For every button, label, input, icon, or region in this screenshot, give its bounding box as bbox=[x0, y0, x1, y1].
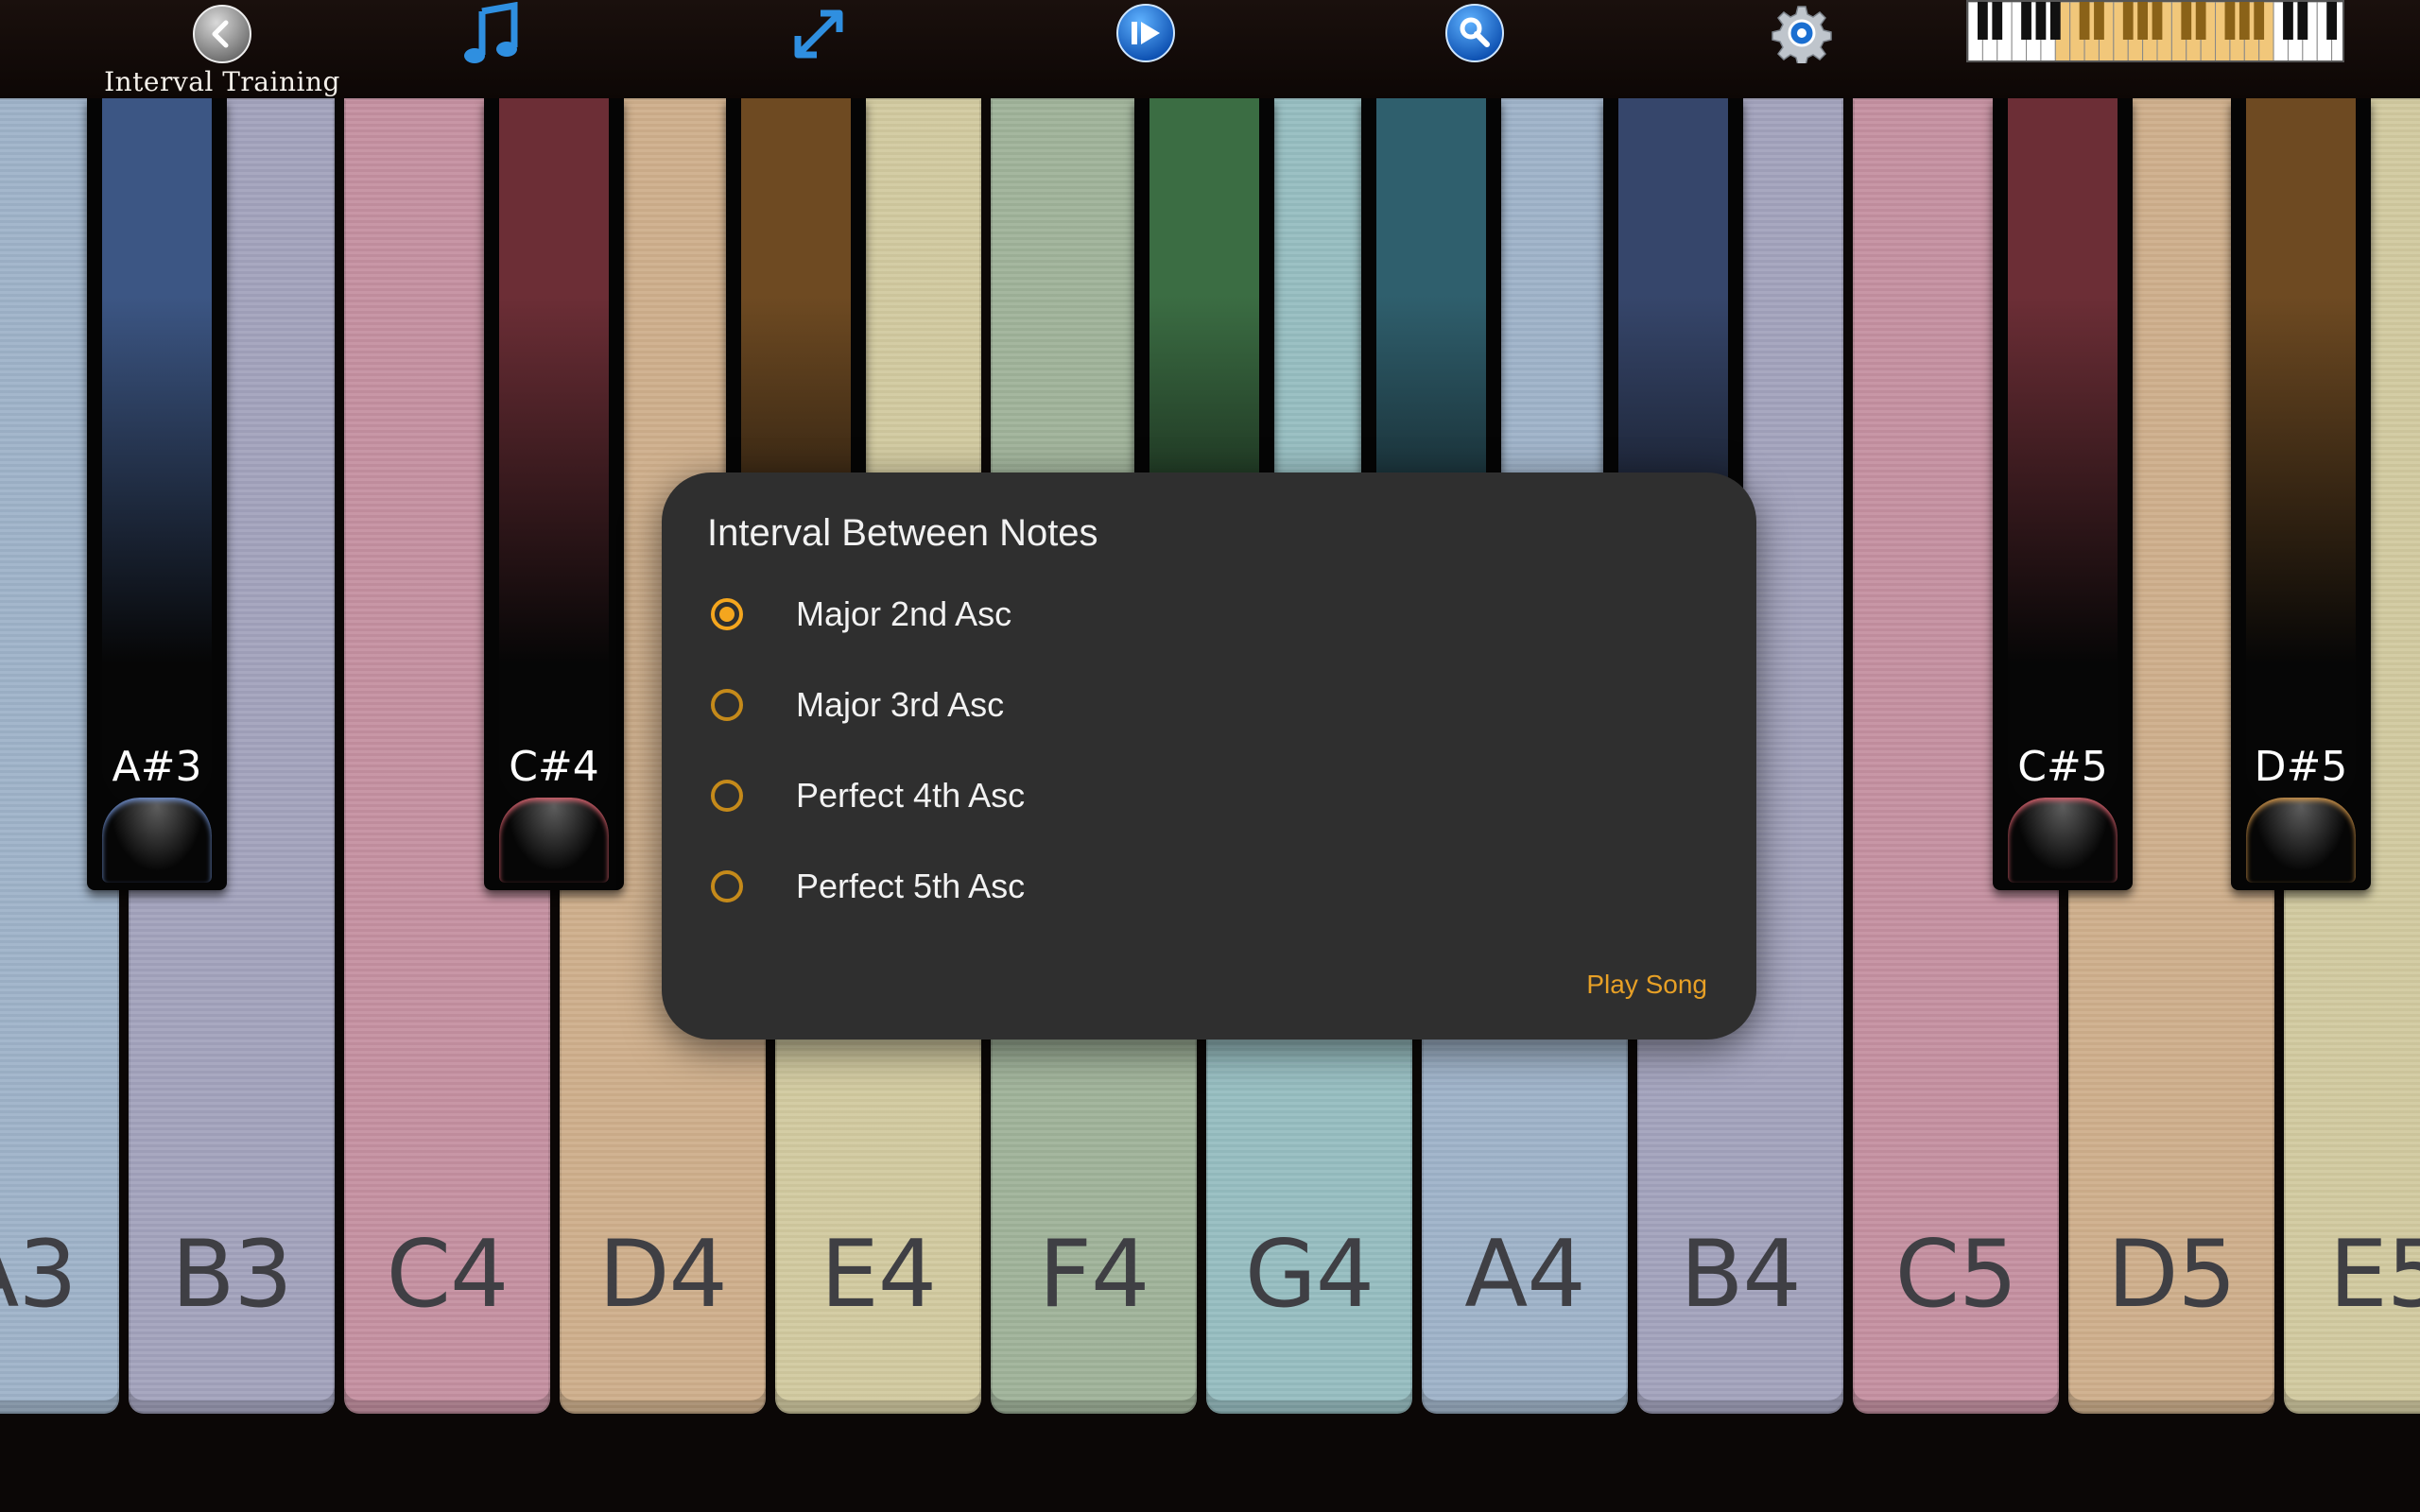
option-major-2nd-asc[interactable]: Major 2nd Asc bbox=[707, 569, 1709, 660]
interval-dialog: Interval Between Notes Major 2nd Asc Maj… bbox=[662, 472, 1756, 1040]
option-major-3rd-asc[interactable]: Major 3rd Asc bbox=[707, 660, 1709, 750]
option-label: Perfect 4th Asc bbox=[796, 776, 1026, 815]
play-song-button[interactable]: Play Song bbox=[1581, 962, 1713, 1007]
dialog-title: Interval Between Notes bbox=[707, 512, 1098, 554]
option-label: Major 3rd Asc bbox=[796, 685, 1005, 724]
radio-unselected-icon[interactable] bbox=[711, 870, 743, 902]
option-label: Major 2nd Asc bbox=[796, 594, 1012, 633]
radio-unselected-icon[interactable] bbox=[711, 780, 743, 812]
option-perfect-4th-asc[interactable]: Perfect 4th Asc bbox=[707, 750, 1709, 841]
option-perfect-5th-asc[interactable]: Perfect 5th Asc bbox=[707, 841, 1709, 932]
option-label: Perfect 5th Asc bbox=[796, 867, 1026, 905]
radio-unselected-icon[interactable] bbox=[711, 689, 743, 721]
radio-selected-icon[interactable] bbox=[711, 598, 743, 630]
